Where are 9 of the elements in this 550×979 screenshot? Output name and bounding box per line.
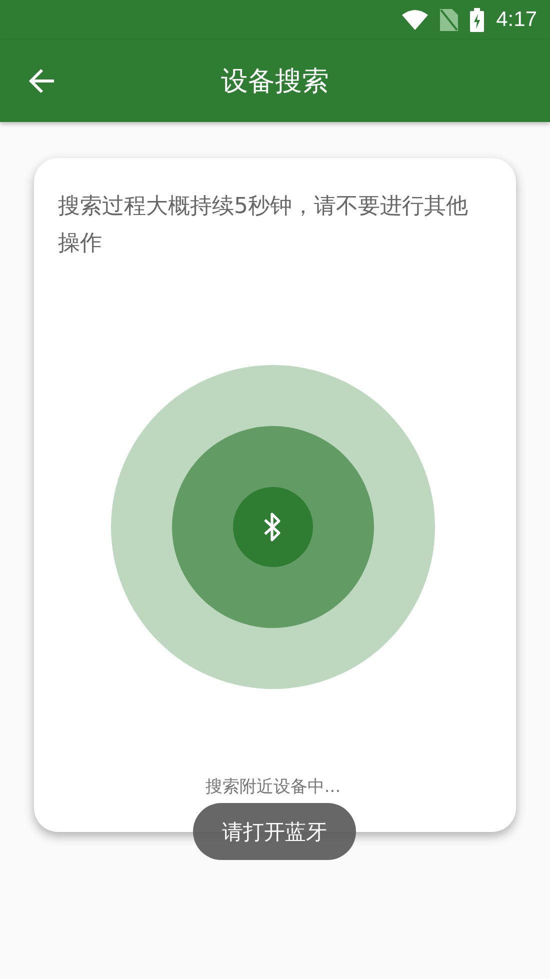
search-status-text: 搜索附近设备中... — [205, 776, 341, 798]
back-arrow-icon[interactable] — [28, 67, 56, 95]
app-bar-title: 设备搜索 — [221, 65, 329, 99]
battery-charging-icon — [470, 8, 484, 32]
wifi-icon — [402, 10, 428, 30]
no-sim-icon — [440, 9, 458, 31]
instruction-text: 搜索过程大概持续5秒钟，请不要进行其他操作 — [58, 193, 469, 258]
status-time: 4:17 — [496, 8, 537, 32]
toast-message: 请打开蓝牙 — [193, 803, 356, 860]
